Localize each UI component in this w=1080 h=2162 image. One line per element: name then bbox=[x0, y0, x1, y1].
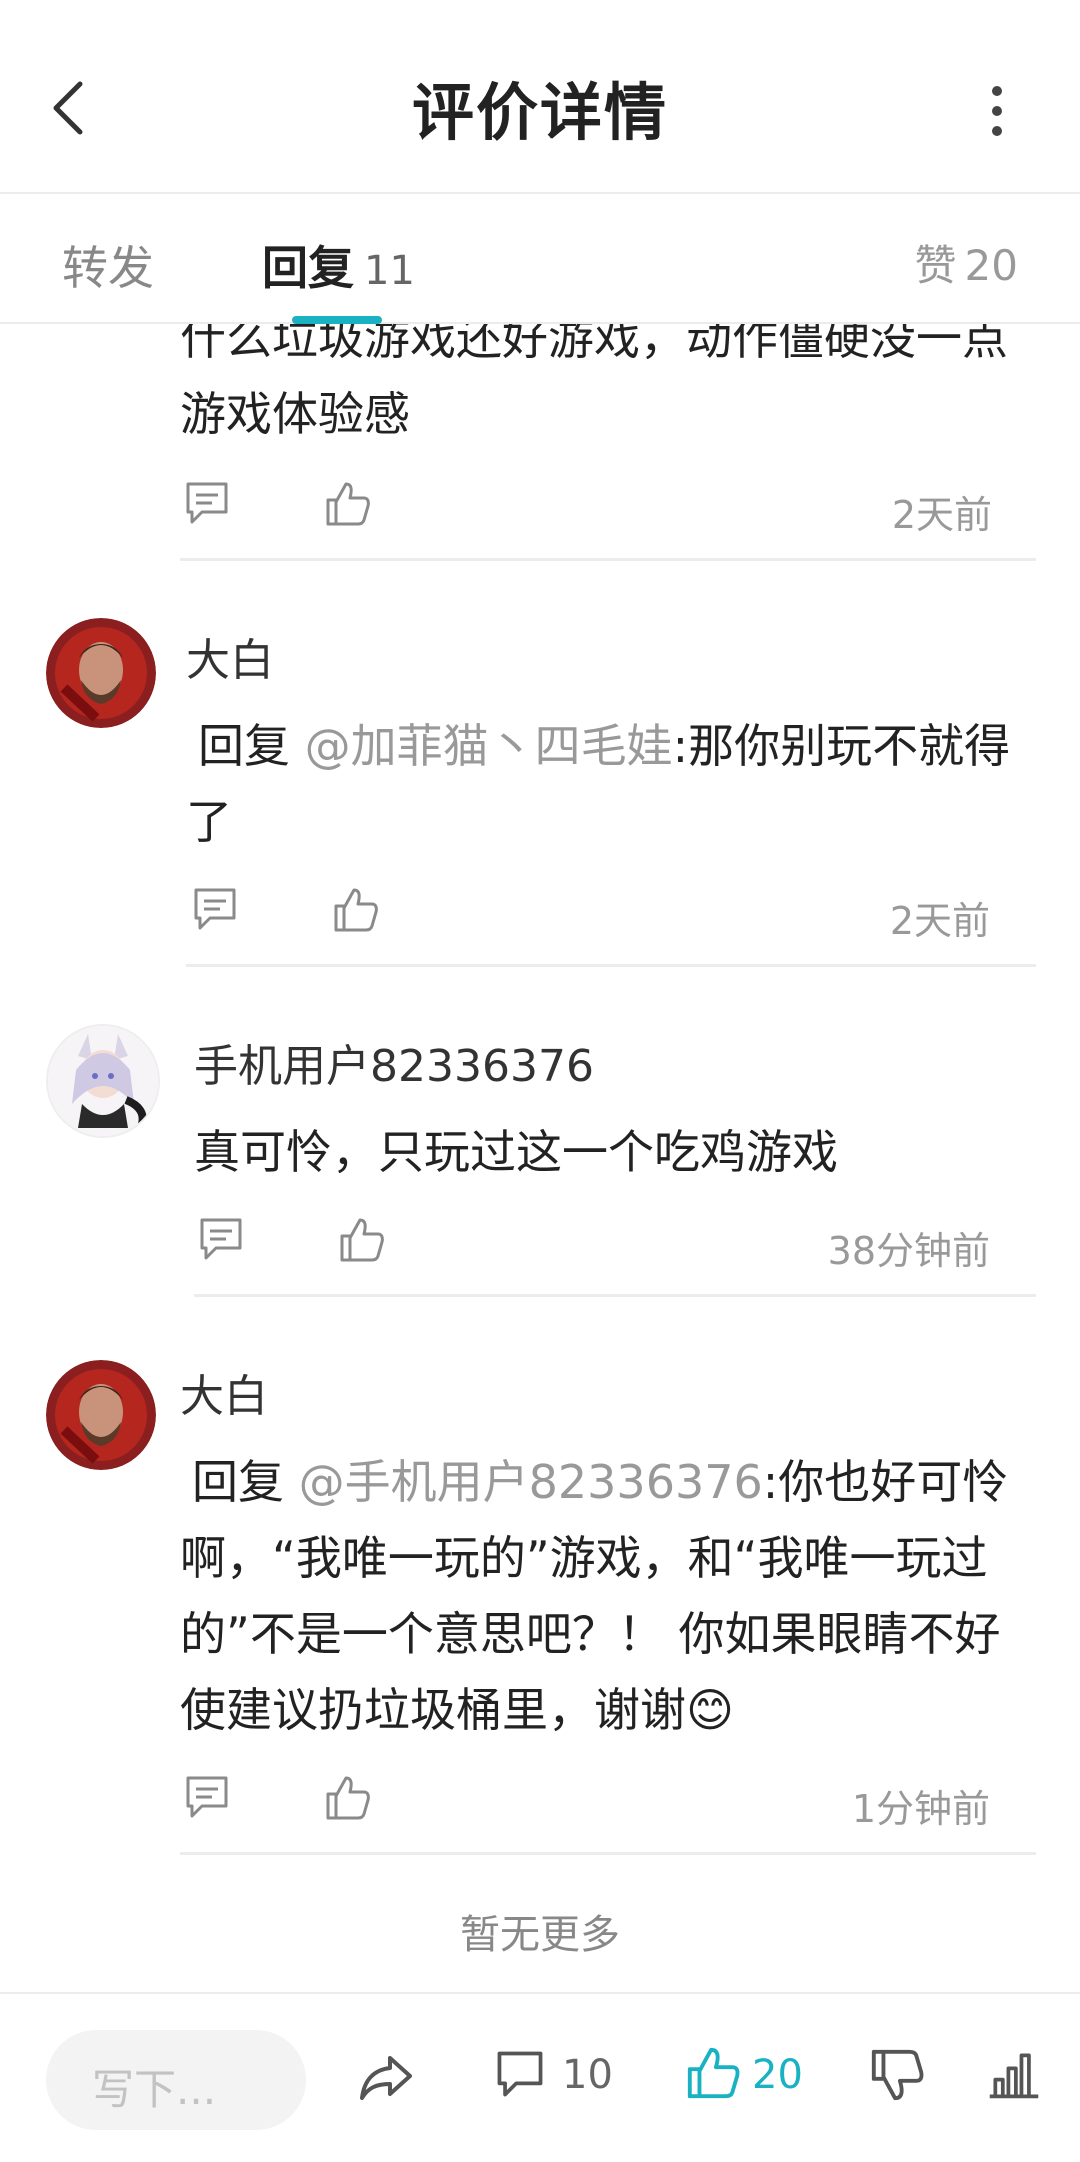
active-tab-indicator bbox=[292, 316, 382, 324]
tab-likes-count: 20 bbox=[964, 241, 1018, 290]
comment-count: 10 bbox=[562, 2052, 613, 2098]
timestamp: 2天前 bbox=[889, 899, 990, 943]
avatar[interactable] bbox=[46, 1360, 156, 1470]
like-icon[interactable] bbox=[684, 2044, 742, 2102]
tab-likes[interactable]: 赞 20 bbox=[915, 232, 1018, 293]
divider bbox=[194, 1294, 1036, 1297]
no-more-text: 暂无更多 bbox=[460, 1912, 620, 1958]
username[interactable]: 手机用户82336376 bbox=[194, 1030, 594, 1094]
timestamp: 2天前 bbox=[891, 493, 992, 537]
like-icon[interactable] bbox=[336, 1214, 386, 1264]
timestamp: 1分钟前 bbox=[851, 1787, 990, 1831]
comment-text: 回复 @手机用户82336376:你也好可怜啊，“我唯一玩的”游戏，和“我唯一玩… bbox=[180, 1444, 1030, 1748]
mention-link[interactable]: @手机用户82336376 bbox=[299, 1455, 763, 1509]
timestamp: 38分钟前 bbox=[827, 1229, 990, 1273]
share-icon[interactable] bbox=[356, 2048, 416, 2108]
comment-icon[interactable] bbox=[182, 1772, 232, 1822]
top-app-bar: 评价详情 bbox=[0, 0, 1080, 194]
comment-icon[interactable] bbox=[182, 478, 232, 528]
divider bbox=[186, 964, 1036, 967]
comment-icon[interactable] bbox=[492, 2046, 548, 2102]
divider bbox=[180, 558, 1036, 561]
tab-reply[interactable]: 回复 11 bbox=[262, 232, 415, 298]
more-options-icon[interactable] bbox=[982, 86, 1012, 136]
tab-reply-count: 11 bbox=[364, 248, 415, 294]
write-comment-placeholder: 写下... bbox=[92, 2065, 217, 2114]
write-comment-input[interactable]: 写下... bbox=[46, 2030, 306, 2130]
tab-forward[interactable]: 转发 bbox=[62, 232, 154, 298]
dislike-icon[interactable] bbox=[868, 2046, 926, 2104]
stats-chart-icon[interactable] bbox=[986, 2046, 1042, 2102]
comment-icon[interactable] bbox=[190, 884, 240, 934]
comment-text: 回复 @加菲猫丶四毛娃:那你别玩不就得了 bbox=[186, 708, 1036, 860]
tab-likes-label: 赞 bbox=[914, 241, 957, 290]
page-title: 评价详情 bbox=[411, 76, 668, 149]
divider bbox=[180, 1852, 1036, 1855]
mention-link[interactable]: @加菲猫丶四毛娃 bbox=[305, 719, 673, 773]
comment-text: 真可怜，只玩过这一个吃鸡游戏 bbox=[194, 1125, 838, 1179]
tab-reply-label: 回复 bbox=[262, 241, 354, 295]
tab-bar: 转发 回复 11 赞 20 bbox=[0, 194, 1080, 324]
reply-prefix: 回复 bbox=[198, 719, 290, 773]
like-icon[interactable] bbox=[322, 1772, 372, 1822]
avatar[interactable] bbox=[46, 618, 156, 728]
like-icon[interactable] bbox=[330, 884, 380, 934]
like-icon[interactable] bbox=[322, 478, 372, 528]
username[interactable]: 大白 bbox=[180, 1360, 268, 1424]
like-count: 20 bbox=[752, 2052, 803, 2098]
username[interactable]: 大白 bbox=[186, 624, 274, 688]
bottom-action-bar: 写下... 10 20 bbox=[0, 1992, 1080, 2162]
reply-prefix: 回复 bbox=[192, 1455, 284, 1509]
comment-icon[interactable] bbox=[196, 1214, 246, 1264]
avatar[interactable] bbox=[46, 1024, 160, 1138]
